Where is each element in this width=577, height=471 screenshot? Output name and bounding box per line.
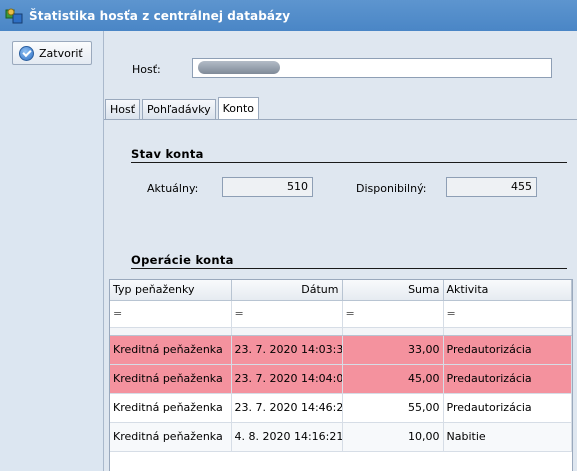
tab-bar: Hosť Pohľadávky Konto (105, 97, 261, 119)
host-label: Hosť: (132, 63, 161, 76)
cell-activity: Nabitie (443, 422, 572, 452)
filter-cell-activity[interactable]: = (443, 300, 572, 328)
account-state-title: Stav konta (131, 147, 204, 161)
available-balance-label: Disponibilný: (356, 182, 427, 195)
column-header-amount[interactable]: Suma (342, 280, 444, 301)
cell-date: 23. 7. 2020 14:03:36 (231, 335, 343, 365)
grid-header-row: Typ peňaženky Dátum Suma Aktivita (110, 280, 572, 301)
cell-activity: Predautorizácia (443, 364, 572, 394)
table-row[interactable]: Kreditná peňaženka 23. 7. 2020 14:46:24 … (110, 393, 572, 423)
host-field[interactable] (192, 58, 552, 78)
tab-label: Hosť (110, 103, 136, 116)
filter-cell-amount[interactable]: = (342, 300, 444, 328)
cell-wallet: Kreditná peňaženka (110, 335, 232, 365)
section-divider (131, 162, 567, 163)
cell-amount: 10,00 (342, 422, 444, 452)
operations-title: Operácie konta (131, 253, 234, 267)
tab-receivables[interactable]: Pohľadávky (142, 99, 216, 119)
cell-wallet: Kreditná peňaženka (110, 422, 232, 452)
available-balance-field[interactable]: 455 (446, 177, 537, 197)
cell-date: 23. 7. 2020 14:04:02 (231, 364, 343, 394)
redacted-host-name (198, 61, 280, 74)
title-bar: Štatistika hosťa z centrálnej databázy (0, 0, 577, 31)
current-balance-label: Aktuálny: (147, 182, 199, 195)
tab-account[interactable]: Konto (217, 97, 259, 119)
left-panel: Zatvoriť (0, 31, 104, 471)
filter-cell-wallet[interactable]: = (110, 300, 232, 328)
filter-row: = = = = (110, 300, 572, 328)
cell-amount: 33,00 (342, 335, 444, 365)
cell-activity: Predautorizácia (443, 393, 572, 423)
tab-host[interactable]: Hosť (105, 99, 141, 119)
table-row[interactable]: Kreditná peňaženka 4. 8. 2020 14:16:21 1… (110, 422, 572, 452)
window-title: Štatistika hosťa z centrálnej databázy (29, 8, 291, 23)
tab-label: Konto (222, 102, 254, 115)
cell-wallet: Kreditná peňaženka (110, 393, 232, 423)
current-balance-field[interactable]: 510 (222, 177, 313, 197)
cell-wallet: Kreditná peňaženka (110, 364, 232, 394)
column-header-wallet[interactable]: Typ peňaženky (110, 280, 232, 301)
column-header-activity[interactable]: Aktivita (443, 280, 572, 301)
cell-activity: Predautorizácia (443, 335, 572, 365)
filter-cell-date[interactable]: = (231, 300, 343, 328)
tab-content-account: Stav konta Aktuálny: 510 Disponibilný: 4… (104, 119, 577, 471)
main-panel: Hosť: Hosť Pohľadávky Konto Stav konta A… (104, 31, 577, 471)
operations-grid[interactable]: Typ peňaženky Dátum Suma Aktivita = = = … (109, 279, 573, 471)
app-icon (5, 8, 23, 23)
cell-amount: 45,00 (342, 364, 444, 394)
table-row[interactable]: Kreditná peňaženka 23. 7. 2020 14:03:36 … (110, 335, 572, 365)
close-button-label: Zatvoriť (39, 46, 83, 60)
grid-separator (110, 327, 572, 336)
column-header-date[interactable]: Dátum (231, 280, 343, 301)
tab-label: Pohľadávky (147, 103, 211, 116)
cell-date: 23. 7. 2020 14:46:24 (231, 393, 343, 423)
cell-amount: 55,00 (342, 393, 444, 423)
section-divider (131, 268, 567, 269)
close-button[interactable]: Zatvoriť (12, 41, 92, 65)
table-row[interactable]: Kreditná peňaženka 23. 7. 2020 14:04:02 … (110, 364, 572, 394)
check-circle-icon (19, 45, 34, 61)
cell-date: 4. 8. 2020 14:16:21 (231, 422, 343, 452)
